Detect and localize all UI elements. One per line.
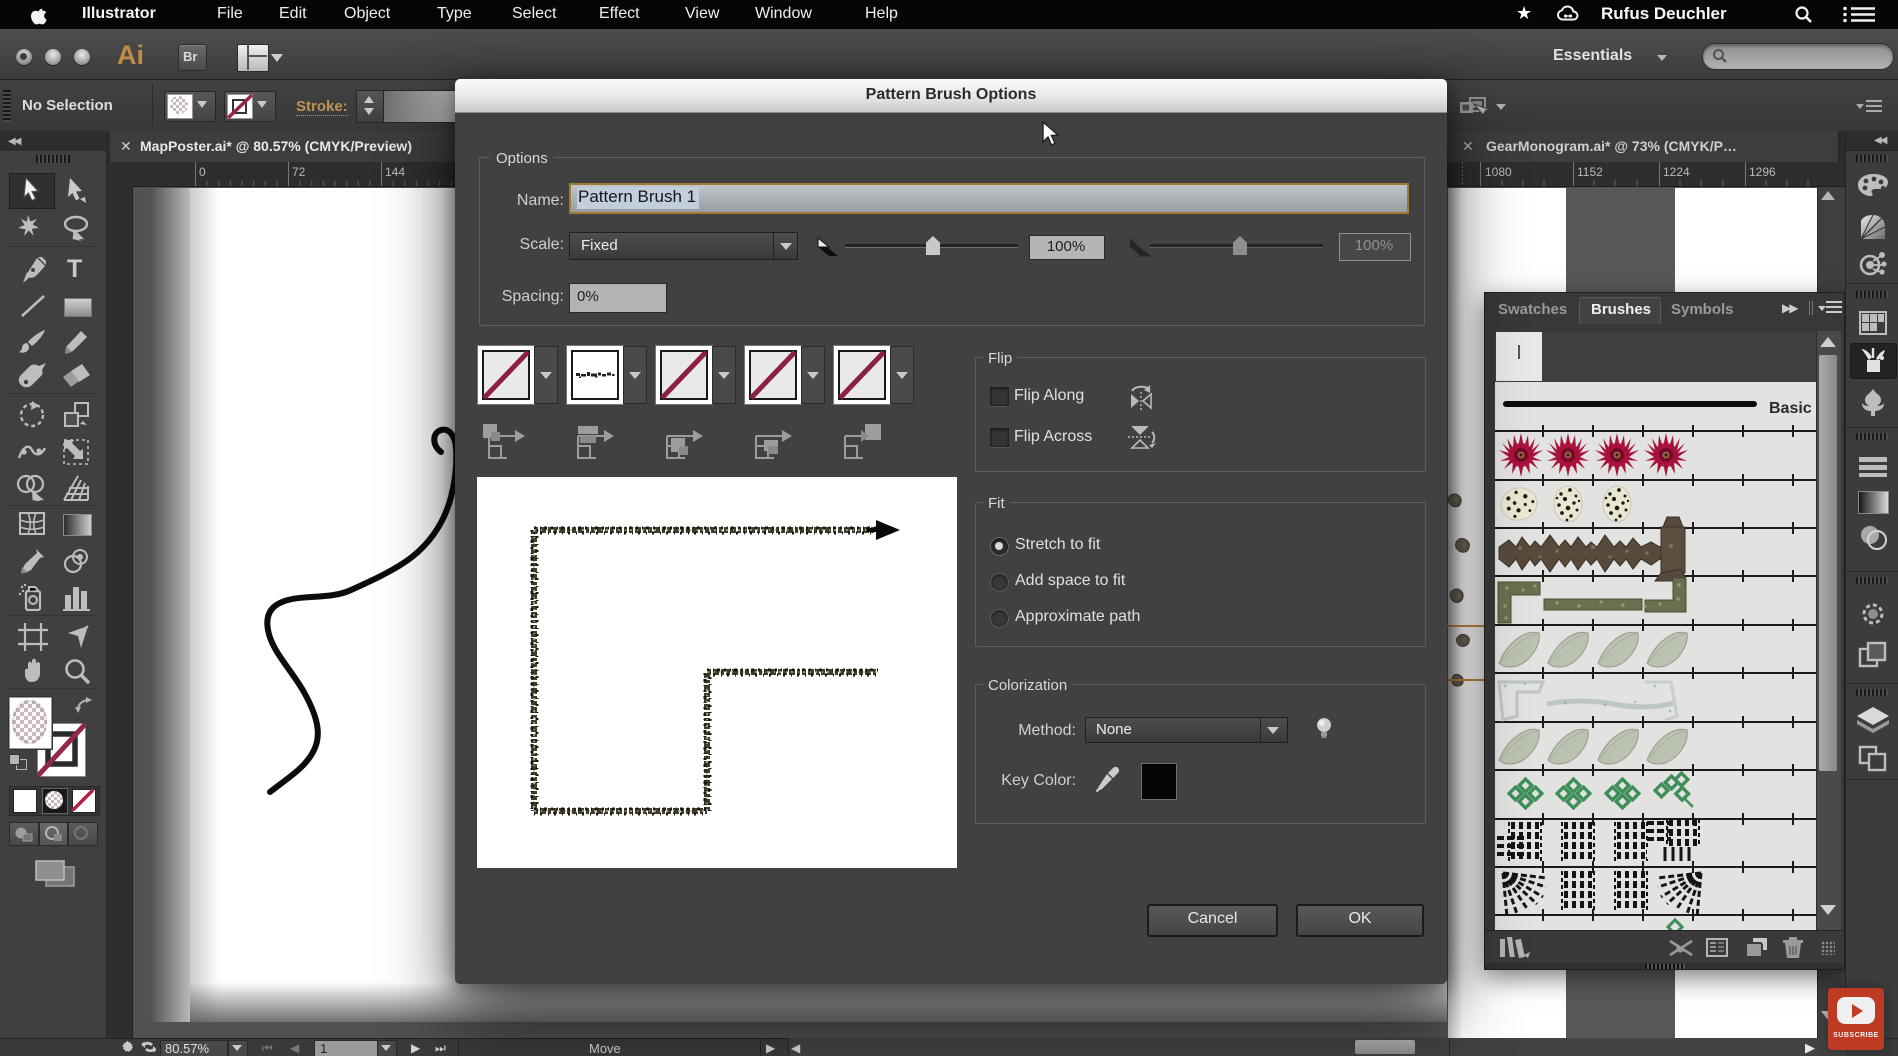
- svg-text:144: 144: [385, 165, 405, 179]
- svg-text:72: 72: [292, 165, 306, 179]
- svg-text:1296: 1296: [1749, 165, 1776, 179]
- svg-text:1152: 1152: [1577, 165, 1603, 179]
- svg-text:1080: 1080: [1485, 165, 1512, 179]
- svg-text:1224: 1224: [1663, 165, 1690, 179]
- svg-text:Basic: Basic: [1769, 400, 1812, 417]
- svg-text:0: 0: [199, 165, 206, 179]
